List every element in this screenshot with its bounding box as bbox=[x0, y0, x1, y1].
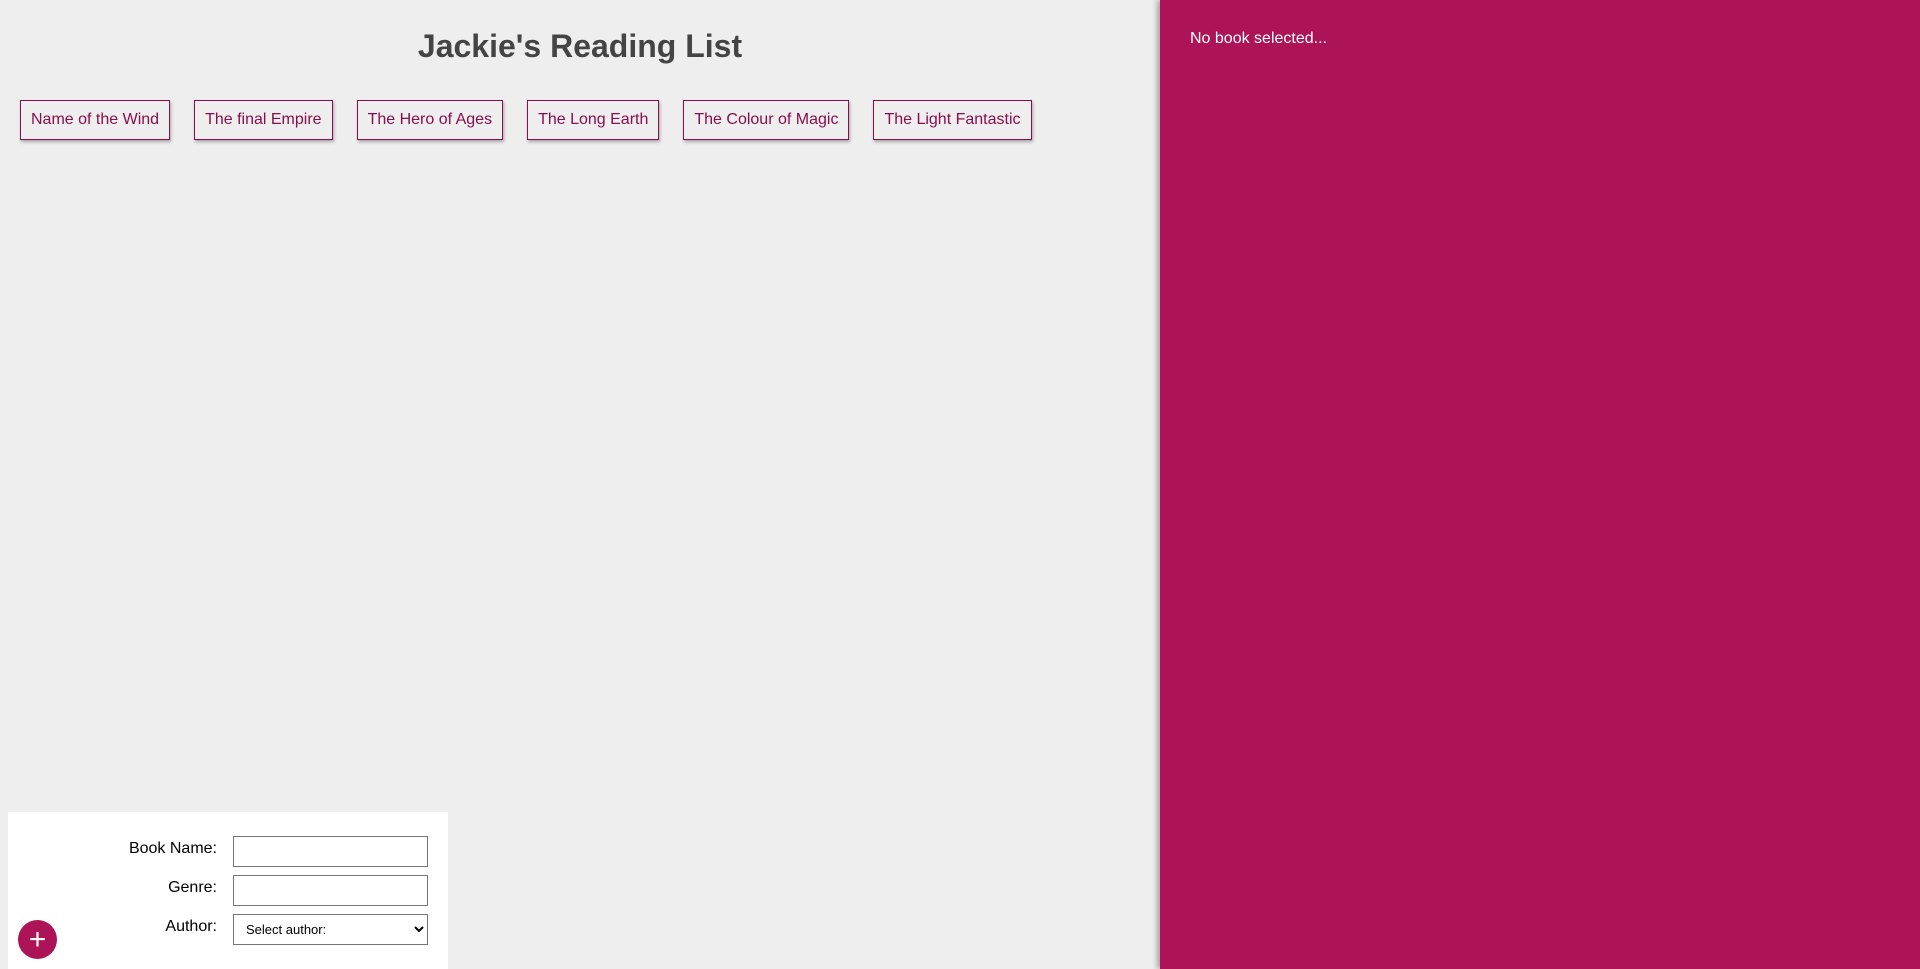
plus-icon: + bbox=[28, 922, 47, 956]
book-name-input[interactable] bbox=[233, 836, 428, 867]
book-item-the-hero-of-ages[interactable]: The Hero of Ages bbox=[356, 100, 504, 140]
add-book-button[interactable]: + bbox=[18, 920, 57, 959]
page-title: Jackie's Reading List bbox=[417, 28, 743, 64]
book-name-label: Book Name: bbox=[128, 840, 217, 857]
author-select[interactable]: Select author: bbox=[233, 914, 428, 945]
genre-input[interactable] bbox=[233, 875, 428, 906]
book-item-the-colour-of-magic[interactable]: The Colour of Magic bbox=[683, 100, 850, 140]
add-book-form: Book Name: Genre: Author: Select author: bbox=[8, 812, 448, 969]
book-item-the-final-empire[interactable]: The final Empire bbox=[194, 100, 333, 140]
book-name-field-row: Book Name: bbox=[8, 836, 448, 868]
book-list: Name of the Wind The final Empire The He… bbox=[20, 100, 1056, 140]
genre-field-row: Genre: bbox=[8, 875, 448, 907]
no-book-selected-text: No book selected... bbox=[1190, 30, 1327, 47]
book-item-the-light-fantastic[interactable]: The Light Fantastic bbox=[873, 100, 1032, 140]
author-field-row: Author: Select author: bbox=[8, 914, 448, 946]
genre-label: Genre: bbox=[168, 879, 217, 896]
book-details-panel: No book selected... bbox=[1160, 0, 1920, 969]
book-item-the-long-earth[interactable]: The Long Earth bbox=[527, 100, 660, 140]
main-panel: Jackie's Reading List Name of the Wind T… bbox=[0, 0, 1160, 969]
book-item-name-of-the-wind[interactable]: Name of the Wind bbox=[20, 100, 171, 140]
